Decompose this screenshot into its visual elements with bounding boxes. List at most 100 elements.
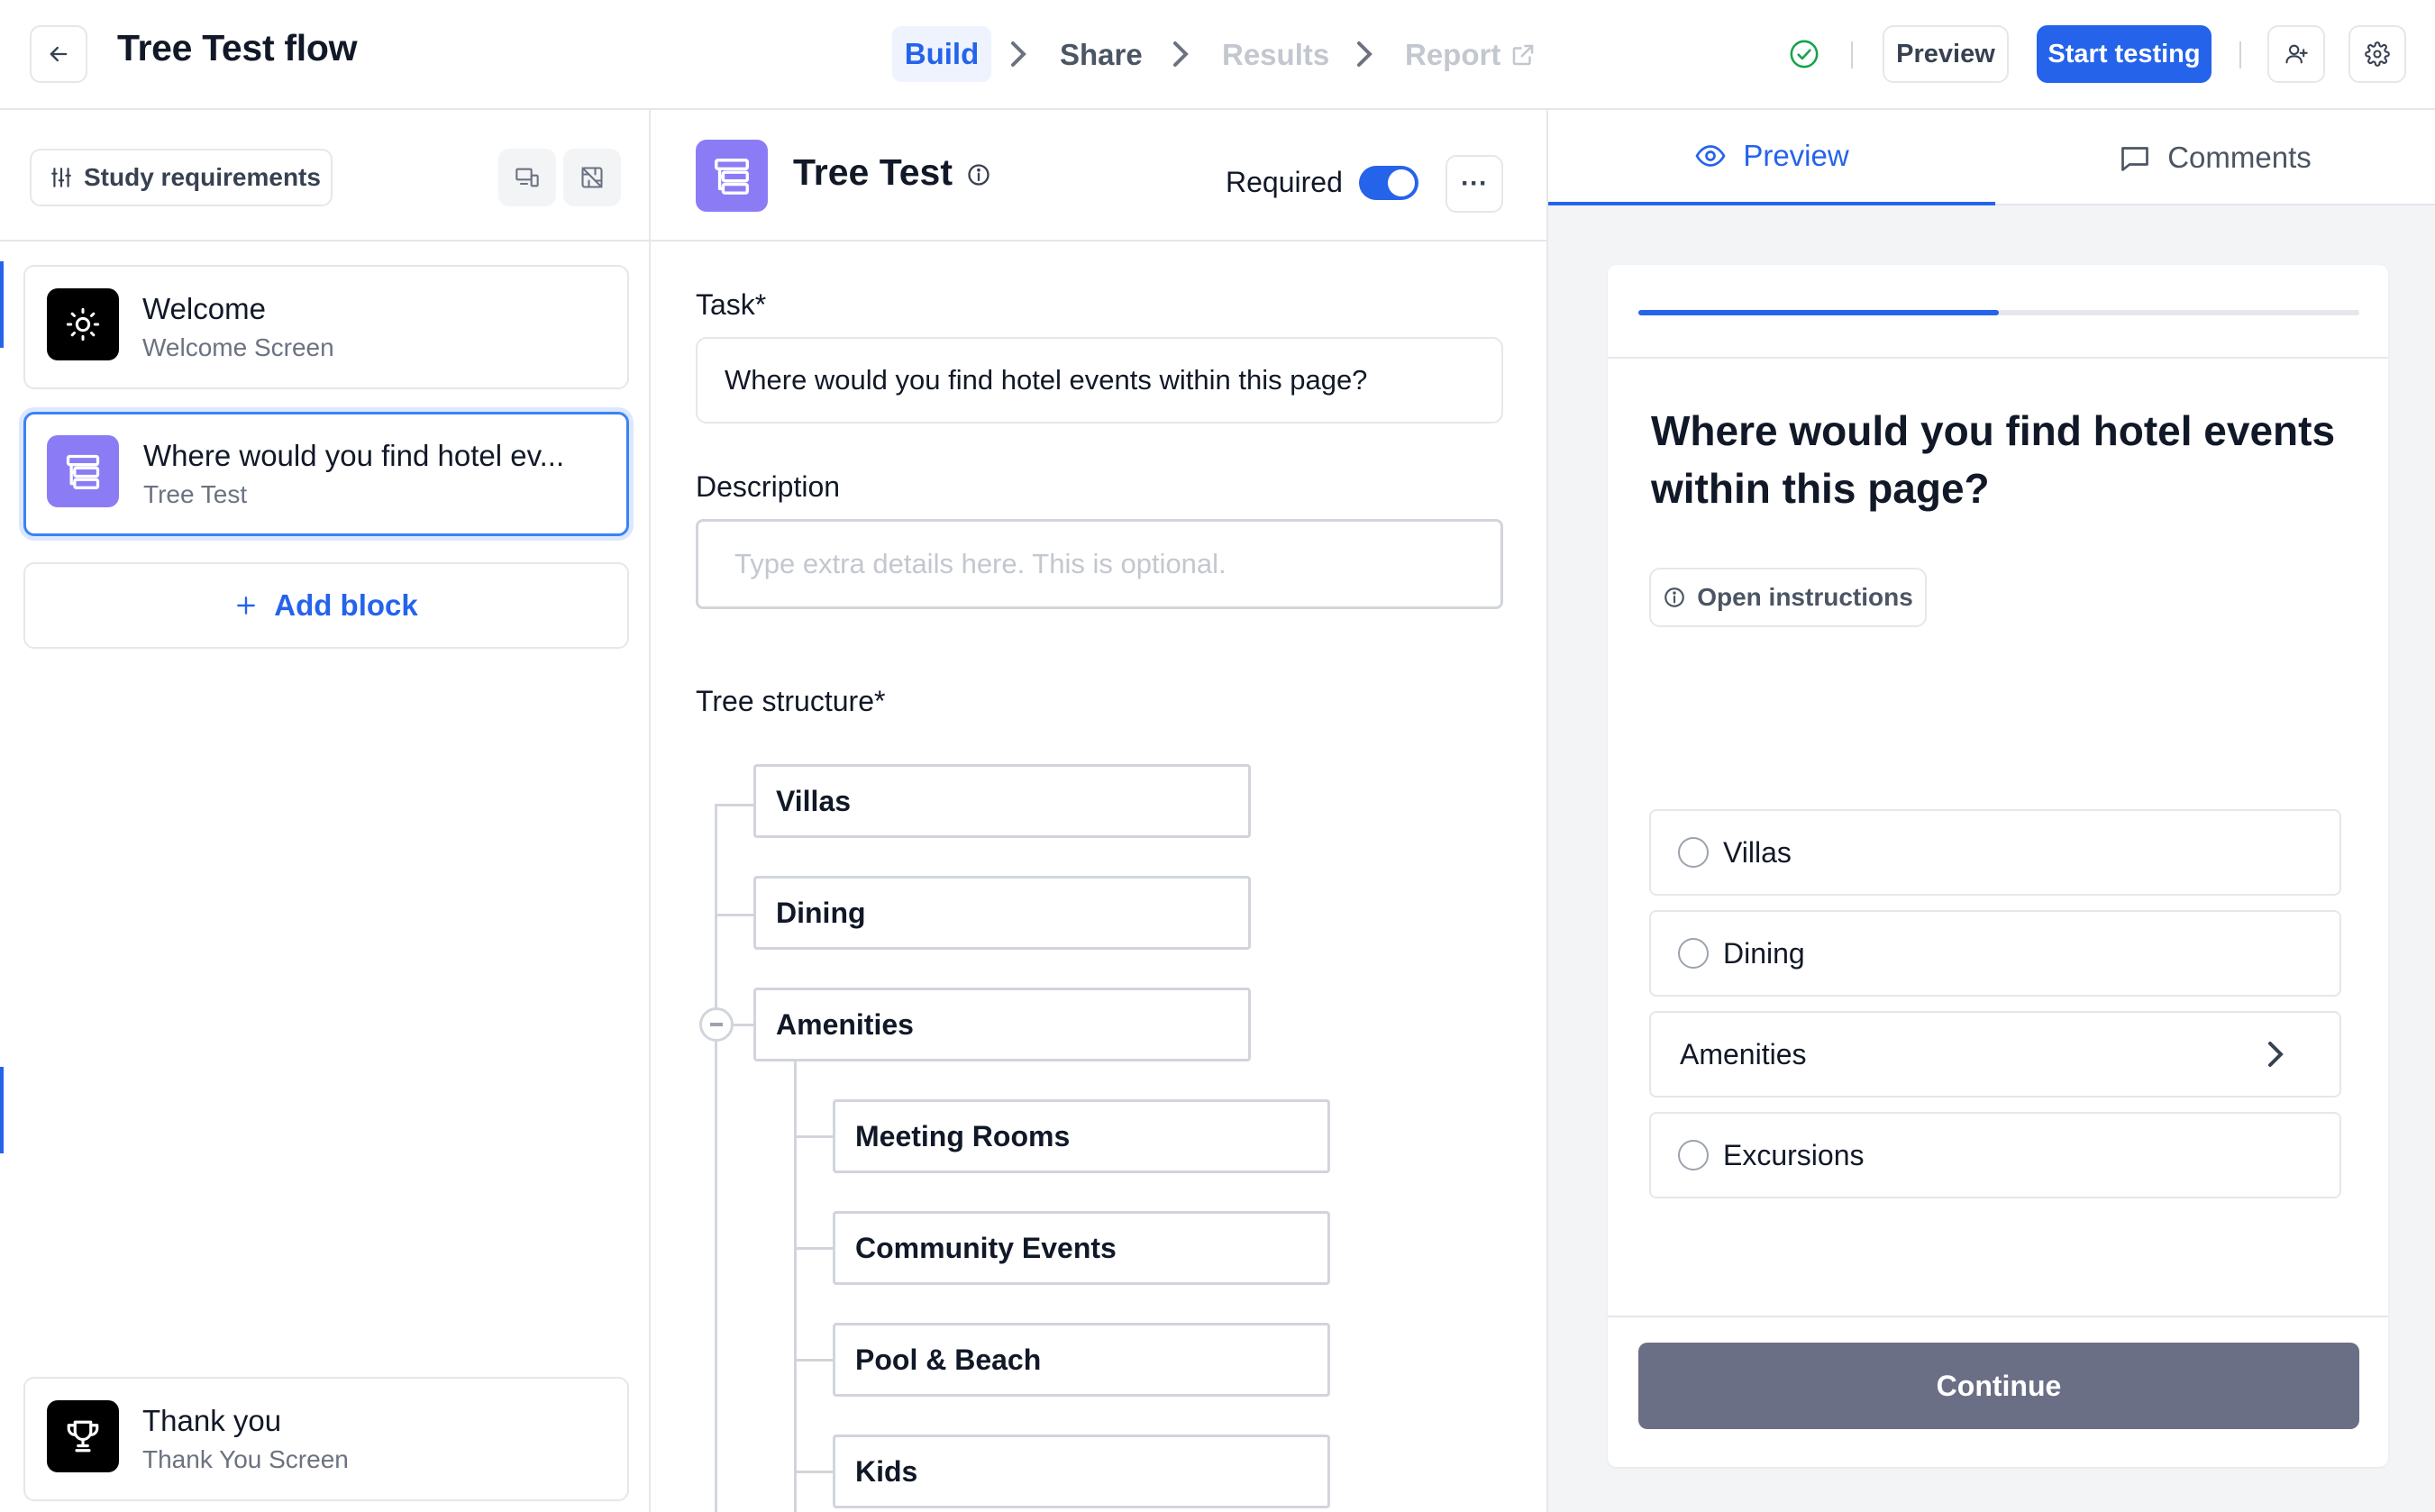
- study-requirements-label: Study requirements: [84, 163, 321, 191]
- tree-test-icon: [47, 435, 119, 507]
- option-amenities[interactable]: Amenities: [1649, 1011, 2341, 1098]
- tree-connector: [794, 1471, 833, 1473]
- tree-connector: [715, 804, 717, 1512]
- eye-icon: [1695, 145, 1726, 167]
- option-excursions[interactable]: Excursions: [1649, 1112, 2341, 1198]
- option-label: Excursions: [1723, 1138, 1865, 1171]
- block-thank-you[interactable]: Thank you Thank You Screen: [23, 1377, 629, 1501]
- flow-title: Tree Test flow: [117, 27, 358, 68]
- tree-structure-label: Tree structure*: [696, 685, 886, 717]
- block-editor: Tree Test Required ··· Task* Where would…: [651, 110, 1548, 1512]
- step-report[interactable]: Report: [1405, 27, 1537, 83]
- plus-icon: [237, 597, 256, 615]
- user-plus-icon: [2285, 44, 2308, 64]
- divider: [651, 240, 1546, 241]
- description-input[interactable]: Type extra details here. This is optiona…: [696, 519, 1503, 609]
- tree-node[interactable]: Pool & Beach: [833, 1323, 1330, 1397]
- tab-preview-label: Preview: [1743, 139, 1849, 172]
- tree-connector: [794, 1247, 833, 1250]
- add-block-label: Add block: [274, 588, 418, 622]
- accent-bar: [0, 1067, 4, 1153]
- info-icon: [1664, 587, 1685, 607]
- comment-icon: [2121, 147, 2149, 171]
- tree-connector: [715, 804, 753, 806]
- tree-node[interactable]: Kids: [833, 1435, 1330, 1508]
- option-label: Dining: [1723, 936, 1805, 970]
- open-instructions-label: Open instructions: [1697, 583, 1913, 611]
- progress-fill: [1638, 310, 1999, 315]
- preview-tabs: Preview Comments: [1548, 110, 2435, 205]
- study-requirements-button[interactable]: Study requirements: [30, 149, 333, 206]
- tree-connector: [715, 914, 753, 916]
- back-button[interactable]: [30, 25, 87, 83]
- sun-icon: [47, 288, 119, 360]
- tree-connector: [794, 1359, 833, 1362]
- tree-connector: [734, 1024, 753, 1026]
- block-title: Thank you: [142, 1404, 282, 1437]
- tab-comments[interactable]: Comments: [1995, 110, 2435, 205]
- preview-question: Where would you find hotel events within…: [1651, 407, 2336, 512]
- device-preview-button[interactable]: [498, 149, 556, 206]
- chevron-right-icon: [1011, 41, 1026, 67]
- tab-comments-label: Comments: [2167, 141, 2312, 174]
- preview-button[interactable]: Preview: [1883, 25, 2009, 83]
- accent-bar: [0, 261, 4, 348]
- step-results[interactable]: Results: [1222, 27, 1329, 83]
- invite-collaborator-button[interactable]: [2267, 25, 2325, 83]
- description-label: Description: [696, 470, 841, 503]
- tree-node[interactable]: Villas: [753, 764, 1251, 838]
- radio-button[interactable]: [1678, 938, 1709, 969]
- required-label: Required: [1226, 166, 1343, 198]
- editor-title: Tree Test: [793, 151, 953, 193]
- tree-node[interactable]: Meeting Rooms: [833, 1099, 1330, 1173]
- continue-button[interactable]: Continue: [1638, 1343, 2359, 1429]
- preview-panel: Preview Comments Where would you find ho…: [1548, 110, 2435, 1512]
- block-title: Welcome: [142, 292, 266, 325]
- task-input[interactable]: Where would you find hotel events within…: [696, 337, 1503, 424]
- chevron-right-icon: [2268, 1042, 2284, 1067]
- tree-node[interactable]: Dining: [753, 876, 1251, 950]
- trophy-icon: [47, 1400, 119, 1472]
- divider: [1608, 1316, 2388, 1317]
- radio-button[interactable]: [1678, 1140, 1709, 1170]
- block-welcome[interactable]: Welcome Welcome Screen: [23, 265, 629, 389]
- step-share[interactable]: Share: [1060, 27, 1143, 83]
- image-off-icon: [581, 167, 603, 188]
- block-subtitle: Thank You Screen: [142, 1445, 349, 1473]
- tree-node[interactable]: Amenities: [753, 988, 1251, 1061]
- devices-icon: [515, 168, 539, 187]
- chevron-right-icon: [1357, 41, 1373, 67]
- block-subtitle: Welcome Screen: [142, 333, 334, 361]
- more-options-button[interactable]: ···: [1445, 155, 1503, 213]
- option-dining[interactable]: Dining: [1649, 910, 2341, 997]
- divider: [1851, 41, 1853, 68]
- divider: [0, 240, 649, 241]
- tab-preview[interactable]: Preview: [1548, 110, 1995, 205]
- tree-node[interactable]: Community Events: [833, 1211, 1330, 1285]
- blocks-sidebar: Study requirements Welcome Welcome Scree…: [0, 110, 651, 1512]
- tree-connector: [794, 1135, 833, 1138]
- check-circle-icon: [1790, 40, 1819, 68]
- open-instructions-button[interactable]: Open instructions: [1649, 568, 1927, 627]
- arrow-left-icon: [50, 46, 68, 62]
- collapse-node-button[interactable]: [699, 1007, 734, 1042]
- divider: [2239, 41, 2241, 68]
- info-icon[interactable]: [966, 162, 991, 187]
- divider: [1608, 357, 2388, 359]
- option-label: Villas: [1723, 835, 1792, 869]
- external-link-icon: [1513, 44, 1534, 66]
- settings-button[interactable]: [2348, 25, 2406, 83]
- step-build[interactable]: Build: [892, 26, 991, 82]
- media-off-button[interactable]: [563, 149, 621, 206]
- tree-test-icon: [696, 140, 768, 212]
- add-block-button[interactable]: Add block: [23, 562, 629, 649]
- gear-icon: [2365, 41, 2390, 67]
- required-toggle[interactable]: [1359, 166, 1418, 200]
- start-testing-button[interactable]: Start testing: [2037, 25, 2212, 83]
- block-tree-test[interactable]: Where would you find hotel ev... Tree Te…: [23, 412, 629, 536]
- step-report-label: Report: [1405, 38, 1501, 71]
- task-label: Task*: [696, 288, 767, 321]
- tree-connector: [794, 1061, 797, 1512]
- option-villas[interactable]: Villas: [1649, 809, 2341, 896]
- radio-button[interactable]: [1678, 837, 1709, 868]
